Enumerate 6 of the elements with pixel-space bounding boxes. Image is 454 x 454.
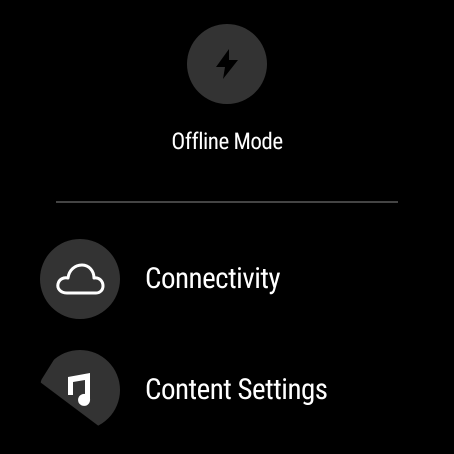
menu-item-label[interactable]: Content Settings xyxy=(145,373,328,407)
lightning-icon xyxy=(214,49,240,79)
cloud-icon xyxy=(55,262,105,296)
menu-item-label[interactable]: Connectivity xyxy=(145,262,280,296)
offline-mode-label: Offline Mode xyxy=(171,128,283,156)
music-note-icon xyxy=(68,373,92,407)
